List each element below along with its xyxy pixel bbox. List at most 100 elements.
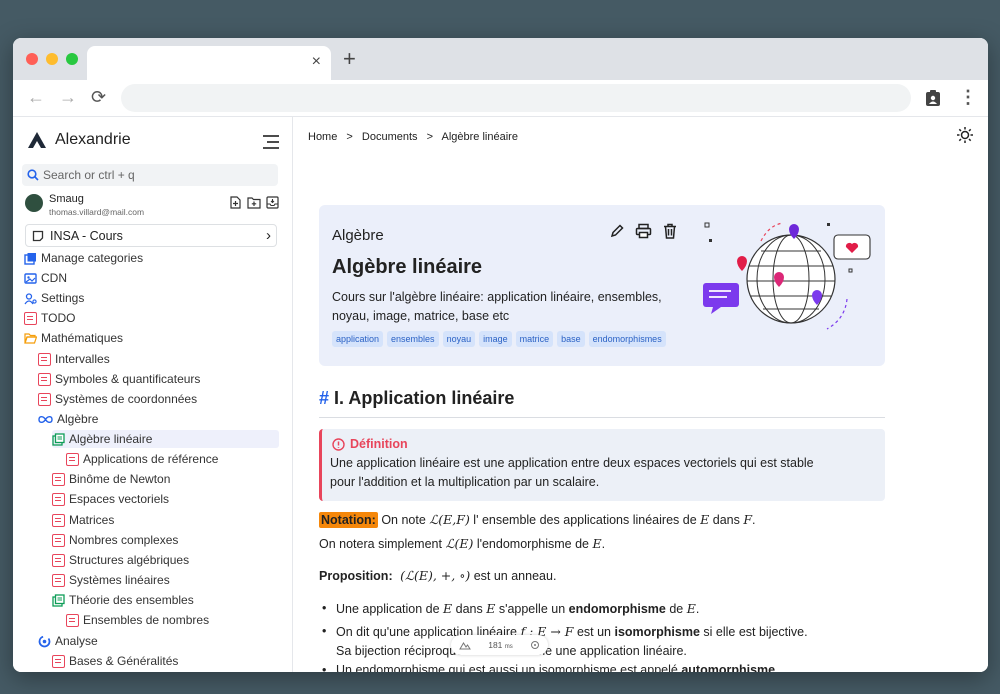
sidebar-item-nombres-complexes[interactable]: Nombres complexes bbox=[52, 531, 178, 549]
new-document-icon[interactable] bbox=[229, 196, 241, 209]
sidebar-item-label: Symboles & quantificateurs bbox=[55, 372, 201, 386]
tag[interactable]: base bbox=[557, 331, 585, 347]
sidebar-item-intervalles[interactable]: Intervalles bbox=[38, 350, 110, 368]
sidebar-item-systemes-coordonnees[interactable]: Systèmes de coordonnées bbox=[38, 390, 197, 408]
sidebar-item-label: Algèbre bbox=[57, 412, 99, 426]
breadcrumb: Home > Documents > Algèbre linéaire bbox=[308, 131, 518, 143]
infinity-icon bbox=[38, 415, 53, 423]
sidebar-item-manage-categories[interactable]: Manage categories bbox=[24, 249, 143, 267]
breadcrumb-documents[interactable]: Documents bbox=[362, 131, 418, 143]
note-icon bbox=[52, 573, 65, 587]
sidebar-item-analyse[interactable]: Analyse bbox=[38, 632, 98, 650]
target-icon[interactable] bbox=[530, 640, 540, 650]
minimize-window-button[interactable] bbox=[46, 53, 58, 65]
browser-tab[interactable]: × bbox=[87, 46, 331, 80]
sidebar-item-label: Intervalles bbox=[55, 352, 110, 366]
new-folder-icon[interactable] bbox=[247, 196, 261, 209]
text: de bbox=[665, 602, 687, 616]
edit-icon[interactable] bbox=[609, 223, 625, 239]
tag[interactable]: matrice bbox=[515, 331, 554, 347]
text: dans bbox=[452, 602, 487, 616]
sidebar-item-cdn[interactable]: CDN bbox=[24, 269, 67, 287]
address-bar[interactable] bbox=[121, 84, 911, 112]
definition-callout: Définition Une application linéaire est … bbox=[319, 429, 885, 501]
note-icon bbox=[24, 311, 37, 325]
analysis-icon bbox=[38, 635, 51, 647]
document-category[interactable]: Algèbre bbox=[332, 227, 384, 244]
math: E bbox=[700, 512, 710, 527]
workspace-selector[interactable]: INSA - Cours › bbox=[25, 224, 277, 247]
sidebar-item-algebre[interactable]: Algèbre bbox=[38, 410, 98, 428]
math: E bbox=[592, 536, 602, 551]
render-stats-pill: 181 ms bbox=[451, 635, 548, 655]
bold-text: isomorphisme bbox=[614, 625, 700, 639]
forward-button[interactable]: → bbox=[59, 88, 77, 106]
close-window-button[interactable] bbox=[26, 53, 38, 65]
tag[interactable]: ensembles bbox=[387, 331, 439, 347]
sidebar-item-ensembles-nombres[interactable]: Ensembles de nombres bbox=[66, 611, 209, 629]
sidebar-item-theorie-ensembles[interactable]: Théorie des ensembles bbox=[52, 591, 194, 609]
text: . bbox=[775, 663, 779, 672]
back-button[interactable]: ← bbox=[27, 88, 45, 106]
breadcrumb-home[interactable]: Home bbox=[308, 131, 337, 143]
sidebar-item-label: Mathématiques bbox=[41, 331, 124, 345]
math: E bbox=[686, 601, 696, 616]
reload-button[interactable]: ⟳ bbox=[91, 88, 106, 106]
text: On notera simplement bbox=[319, 537, 446, 551]
list-item: • Une application de E dans E s'appelle … bbox=[322, 601, 699, 616]
browser-menu-icon[interactable]: ⋮ bbox=[959, 88, 977, 106]
chevron-right-icon: › bbox=[266, 227, 271, 244]
maximize-window-button[interactable] bbox=[66, 53, 78, 65]
app-name: Alexandrie bbox=[55, 131, 131, 148]
note-icon bbox=[66, 452, 79, 466]
heading-divider bbox=[319, 417, 885, 418]
sidebar-item-label: Analyse bbox=[55, 634, 98, 648]
tab-bar: × + bbox=[13, 38, 988, 80]
mountain-icon bbox=[459, 641, 472, 649]
text: Un endomorphisme qui est aussi un isomor… bbox=[336, 663, 682, 672]
tag[interactable]: endomorphismes bbox=[588, 331, 666, 347]
definition-text-line-2: pour l'addition et la multiplication par… bbox=[330, 475, 600, 489]
sidebar-item-symboles[interactable]: Symboles & quantificateurs bbox=[38, 370, 200, 388]
folder-open-icon bbox=[24, 332, 37, 344]
tag[interactable]: application bbox=[332, 331, 384, 347]
breadcrumb-separator: > bbox=[426, 131, 434, 143]
math: F bbox=[743, 512, 753, 527]
note-icon bbox=[52, 654, 65, 668]
sidebar-item-label: Ensembles de nombres bbox=[83, 613, 210, 627]
sidebar-item-label: Binôme de Newton bbox=[69, 472, 171, 486]
sidebar-item-systemes-lineaires[interactable]: Systèmes linéaires bbox=[52, 571, 170, 589]
tab-close-icon[interactable]: × bbox=[312, 53, 321, 71]
tag[interactable]: image bbox=[479, 331, 512, 347]
sidebar-item-todo[interactable]: TODO bbox=[24, 309, 75, 327]
browser-window: × + ← → ⟳ ⋮ Alexandrie Search or ctrl + … bbox=[13, 38, 988, 672]
new-tab-button[interactable]: + bbox=[343, 48, 356, 70]
sidebar-item-binome-newton[interactable]: Binôme de Newton bbox=[52, 470, 170, 488]
heading-anchor-icon[interactable]: # bbox=[319, 388, 329, 408]
tag[interactable]: noyau bbox=[442, 331, 476, 347]
category-icon bbox=[52, 432, 65, 446]
sidebar-item-espaces-vectoriels[interactable]: Espaces vectoriels bbox=[52, 490, 169, 508]
brand[interactable]: Alexandrie bbox=[27, 131, 131, 149]
sidebar-item-settings[interactable]: Settings bbox=[24, 289, 84, 307]
inbox-icon[interactable] bbox=[266, 196, 279, 209]
sidebar-item-mathematiques[interactable]: Mathématiques bbox=[24, 329, 123, 347]
cdn-icon bbox=[24, 272, 37, 284]
print-icon[interactable] bbox=[635, 223, 652, 239]
text: Une application de bbox=[336, 602, 444, 616]
search-input[interactable]: Search or ctrl + q bbox=[22, 164, 278, 186]
proposition-paragraph: Proposition: (ℒ(E), +, ∘) est un anneau. bbox=[319, 568, 556, 583]
sidebar-item-matrices[interactable]: Matrices bbox=[52, 511, 114, 529]
delete-icon[interactable] bbox=[663, 223, 677, 239]
sidebar-item-label: Manage categories bbox=[41, 251, 144, 265]
note-icon bbox=[52, 492, 65, 506]
collapse-sidebar-icon[interactable] bbox=[262, 135, 280, 149]
sidebar-item-applications-reference[interactable]: Applications de référence bbox=[66, 450, 218, 468]
sidebar-item-bases-generalites[interactable]: Bases & Généralités bbox=[52, 652, 178, 670]
sidebar-item-algebre-lineaire[interactable]: Algèbre linéaire bbox=[52, 430, 279, 448]
sidebar-item-structures-algebriques[interactable]: Structures algébriques bbox=[52, 551, 189, 569]
sidebar-item-label: Nombres complexes bbox=[69, 533, 179, 547]
clipboard-icon[interactable] bbox=[925, 89, 941, 107]
sun-icon[interactable] bbox=[956, 126, 974, 144]
user-profile[interactable]: Smaug thomas.villard@mail.com bbox=[25, 193, 283, 221]
